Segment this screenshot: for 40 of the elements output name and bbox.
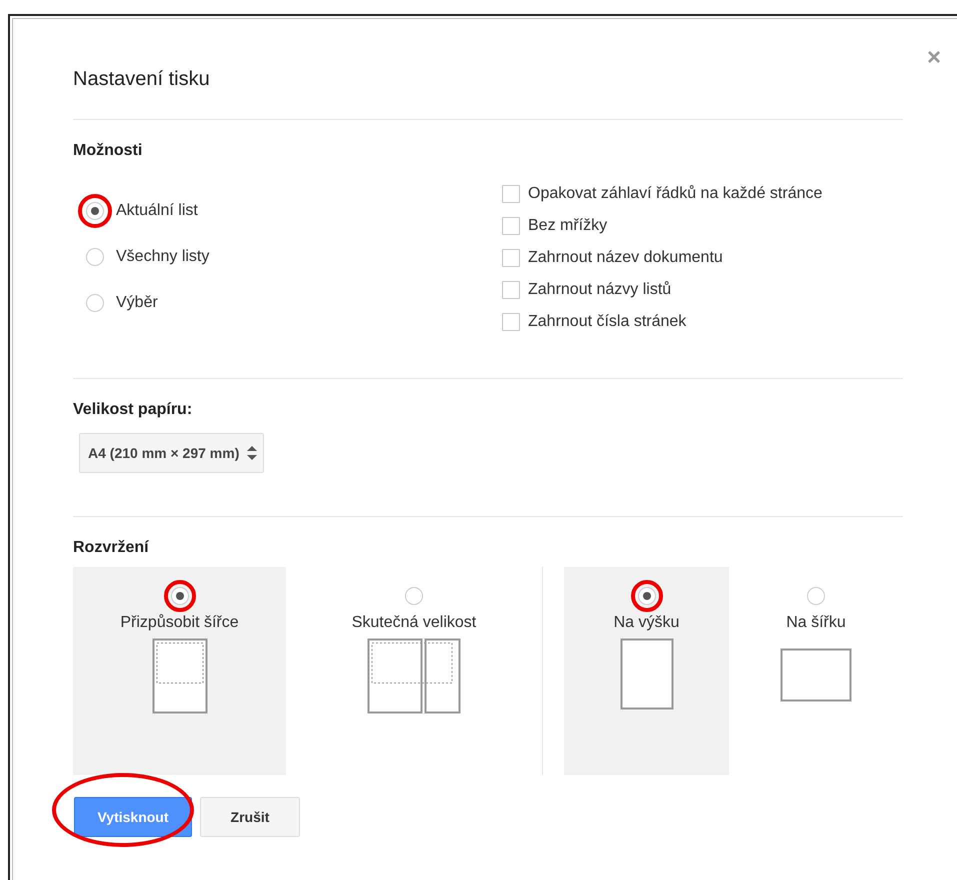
highlight-circle — [78, 194, 112, 228]
checkbox[interactable] — [502, 249, 520, 267]
portrait-page-icon — [620, 638, 674, 710]
checkbox-label: Zahrnout název dokumentu — [528, 249, 723, 267]
option-label: Přizpůsobit šířce — [120, 614, 239, 632]
layout-option[interactable]: Přizpůsobit šířce — [73, 567, 286, 775]
dialog-title: Nastavení tisku — [73, 68, 210, 91]
paper-size-select[interactable]: A4 (210 mm × 297 mm) — [79, 433, 264, 473]
layout-option[interactable]: Skutečná velikost — [286, 567, 542, 775]
section-heading: Rozvržení — [73, 539, 150, 557]
checkbox[interactable] — [502, 185, 520, 203]
highlight-circle — [630, 580, 662, 612]
radio-button[interactable] — [405, 587, 423, 605]
checkbox-label: Zahrnout názvy listů — [528, 281, 672, 299]
radio-button[interactable] — [86, 294, 104, 312]
highlight-circle — [164, 580, 196, 612]
radio-button[interactable] — [170, 587, 188, 605]
option-label: Na výšku — [614, 614, 680, 632]
checkbox[interactable] — [502, 281, 520, 299]
checkbox-label: Zahrnout čísla stránek — [528, 313, 686, 331]
section-heading: Možnosti — [73, 142, 144, 160]
orientation-option[interactable]: Na šířku — [729, 567, 903, 775]
radio-label: Výběr — [116, 294, 158, 312]
checkbox-label: Bez mřížky — [528, 217, 608, 235]
orientation-option[interactable]: Na výšku — [564, 567, 729, 775]
checkbox[interactable] — [502, 217, 520, 235]
checkbox-label: Opakovat záhlaví řádků na každé stránce — [528, 185, 822, 203]
radio-label: Aktuální list — [116, 202, 198, 220]
checkbox[interactable] — [502, 313, 520, 331]
option-label: Skutečná velikost — [352, 614, 476, 632]
cancel-button[interactable]: Zrušit — [200, 797, 300, 837]
radio-button[interactable] — [86, 202, 104, 220]
radio-label: Všechny listy — [116, 248, 210, 266]
radio-button[interactable] — [86, 248, 104, 266]
section-heading: Velikost papíru: — [73, 401, 194, 419]
radio-button[interactable] — [638, 587, 656, 605]
option-label: Na šířku — [786, 614, 846, 632]
radio-button[interactable] — [807, 587, 825, 605]
landscape-page-icon — [780, 648, 852, 702]
up-down-arrows-icon — [247, 446, 258, 460]
